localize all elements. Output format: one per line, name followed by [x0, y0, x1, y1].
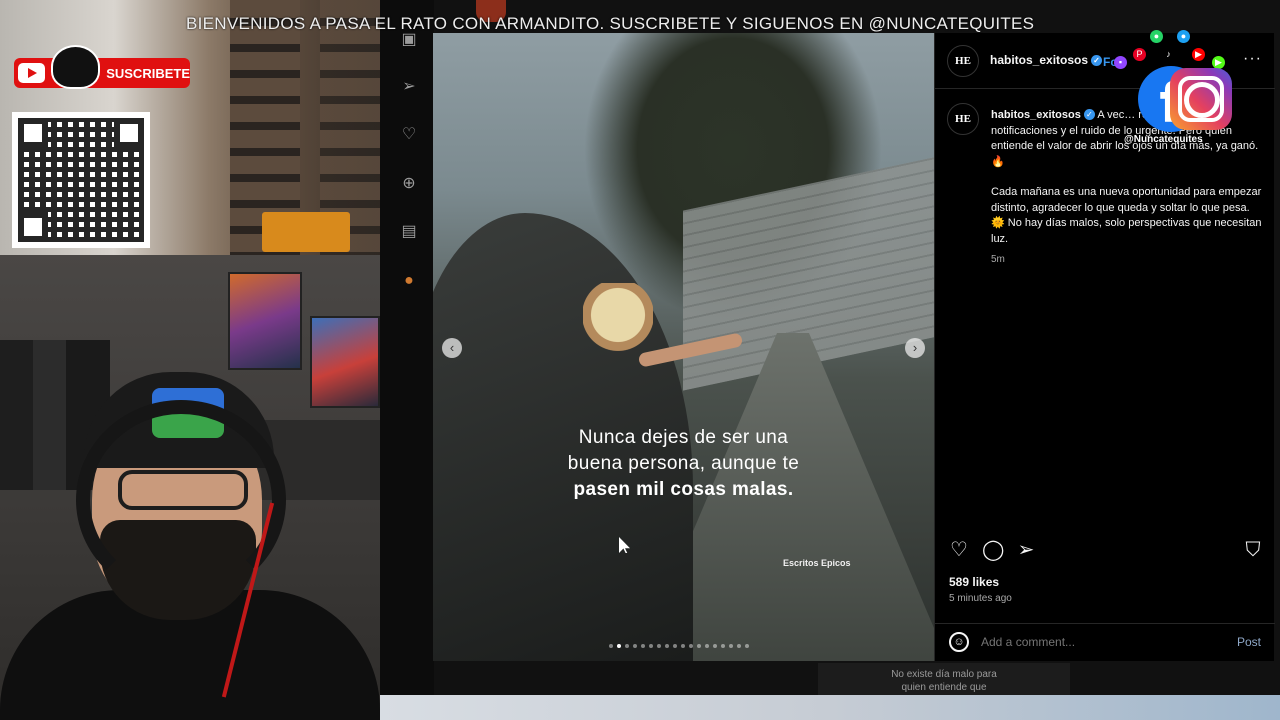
image-caption-line: buena persona, aunque te: [567, 453, 800, 474]
stream-frame: SUSCRIBETE ▣ ➢ ♡ ⊕ ▤ ● BIENVENIDOS A PAS…: [0, 0, 1280, 720]
twitch-icon: ▪: [1114, 56, 1127, 69]
carousel-dot: [729, 644, 733, 648]
streamer-overlay: SUSCRIBETE: [0, 0, 380, 720]
likes-count[interactable]: 589 likes: [949, 575, 999, 589]
qr-finder: [18, 212, 48, 242]
carousel-dot: [673, 644, 677, 648]
qr-code: [12, 112, 150, 248]
carousel-dot: [689, 644, 693, 648]
scrolling-ticker: BIENVENIDOS A PASA EL RATO CON ARMANDITO…: [186, 14, 1035, 33]
photo-child: [583, 283, 653, 363]
carousel-dot: [681, 644, 685, 648]
carousel-dot: [705, 644, 709, 648]
wall-art-car: [228, 272, 302, 370]
preview-text: quien entiende que: [901, 682, 987, 693]
wall-art-car: [310, 316, 380, 408]
comment-icon[interactable]: ◯: [982, 539, 1004, 561]
youtube-icon: ▶: [1192, 48, 1205, 61]
carousel-dot: [737, 644, 741, 648]
carousel-dot: [745, 644, 749, 648]
caption-timestamp: 5m: [991, 254, 1005, 265]
carousel-dot: [609, 644, 613, 648]
caption-avatar[interactable]: HE: [947, 103, 979, 135]
youtube-icon: [18, 63, 45, 83]
twitter-icon: ●: [1177, 30, 1190, 43]
share-send-icon[interactable]: ➢: [1015, 539, 1037, 561]
image-caption-line: pasen mil cosas malas.: [573, 479, 794, 500]
carousel-prev-button[interactable]: ‹: [442, 338, 462, 358]
youtube-subscribe-badge[interactable]: SUSCRIBETE: [14, 45, 190, 89]
pinterest-icon: P: [1133, 48, 1146, 61]
qr-finder: [18, 118, 48, 148]
subscribe-label: SUSCRIBETE: [106, 65, 190, 81]
caption-username[interactable]: habitos_exitosos: [991, 109, 1081, 121]
tiktok-icon: ♪: [1162, 48, 1175, 61]
carousel-dot: [641, 644, 645, 648]
carousel-next-button[interactable]: ›: [905, 338, 925, 358]
comment-input[interactable]: [981, 635, 1211, 649]
bookmark-icon[interactable]: ⛉: [1242, 539, 1264, 561]
username-text: habitos_exitosos: [990, 53, 1089, 67]
social-media-overlay: ● ● P ♪ ▶ ▶ ▪ f: [1110, 26, 1240, 146]
carousel-dot: [713, 644, 717, 648]
carousel-dot: [617, 644, 621, 648]
carousel-dot: [625, 644, 629, 648]
analytics-icon[interactable]: ▤: [400, 223, 418, 241]
caption-paragraph: Cada mañana es una nueva oportunidad par…: [991, 186, 1262, 245]
carousel-dot: [633, 644, 637, 648]
verified-badge-icon: ✓: [1091, 55, 1103, 66]
avatar[interactable]: HE: [947, 45, 979, 77]
instagram-side-rail: [380, 0, 434, 695]
carousel-dots: [609, 644, 749, 650]
carousel-dot: [721, 644, 725, 648]
heart-icon[interactable]: ♡: [400, 126, 418, 144]
comment-bar: ☺ Post: [935, 623, 1275, 661]
next-post-preview: No existe día malo para quien entiende q…: [818, 663, 1070, 695]
post-actions: ♡ ◯ ➢ ⛉: [935, 539, 1275, 575]
carousel-dot: [697, 644, 701, 648]
post-image[interactable]: Nunca dejes de ser una buena persona, au…: [433, 33, 934, 661]
social-handle: @Nuncatequites: [1124, 134, 1203, 145]
carousel-dot: [665, 644, 669, 648]
send-icon[interactable]: ➢: [400, 78, 418, 96]
qr-finder: [114, 118, 144, 148]
create-icon[interactable]: ⊕: [400, 175, 418, 193]
instagram-icon: [1170, 68, 1232, 130]
traffic-sign: [262, 212, 350, 252]
post-timestamp: 5 minutes ago: [949, 593, 1012, 604]
more-options-button[interactable]: ···: [1243, 50, 1262, 68]
carousel-dot: [657, 644, 661, 648]
like-heart-icon[interactable]: ♡: [948, 539, 970, 561]
emoji-picker-icon[interactable]: ☺: [949, 632, 969, 652]
qr-pattern: [18, 118, 144, 242]
verified-badge-icon: ✓: [1083, 109, 1095, 120]
image-watermark: Escritos Epicos: [783, 558, 851, 568]
whatsapp-icon: ●: [1150, 30, 1163, 43]
preview-text: No existe día malo para: [891, 669, 997, 680]
image-caption: Nunca dejes de ser una buena persona, au…: [433, 425, 934, 503]
channel-mascot-logo: [50, 45, 101, 89]
desktop-taskbar-strip: [380, 695, 1280, 720]
image-caption-line: Nunca dejes de ser una: [578, 427, 789, 448]
post-comment-button[interactable]: Post: [1237, 635, 1261, 649]
profile-icon[interactable]: ●: [400, 272, 418, 290]
post-username[interactable]: habitos_exitosos ✓: [990, 53, 1103, 67]
carousel-dot: [649, 644, 653, 648]
